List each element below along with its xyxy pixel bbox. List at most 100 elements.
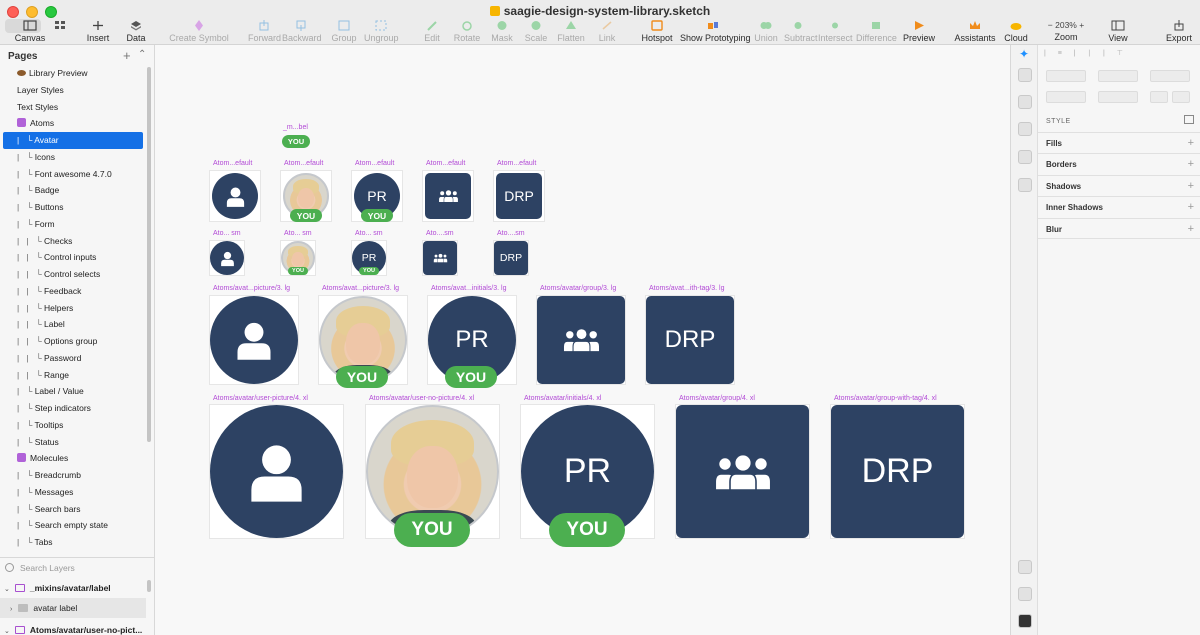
artboard[interactable] [210,241,244,275]
zoom-in-icon[interactable]: + [1079,20,1084,30]
layer-order-icon[interactable] [1018,122,1032,136]
page-item[interactable]: | └ Buttons [0,199,146,216]
artboard-label[interactable]: Atoms/avatar/initials/4. xl [524,395,601,402]
add-layer-icon[interactable] [1018,68,1032,82]
y-field[interactable] [1098,70,1138,82]
artboard-label[interactable]: Ato... sm [284,230,312,237]
layer-row[interactable]: ⌄ _mixins/avatar/label [0,578,146,598]
add-inner-shadow-icon[interactable]: + [1188,197,1194,218]
artboard[interactable]: DRP [831,405,964,538]
artboard-label[interactable]: Atom...efault [284,160,323,167]
disclosure-open-icon[interactable]: ⌄ [4,586,10,593]
zoom-control[interactable]: − 203% + Zoom [1040,20,1092,44]
artboard-label[interactable]: Atoms/avatar/user-no-picture/4. xl [369,395,474,402]
group-button[interactable]: Group [330,20,358,44]
page-item[interactable]: | | └ Control inputs [0,249,146,266]
backward-button[interactable]: Backward [282,20,322,44]
artboard[interactable]: YOU [281,171,331,222]
scale-button[interactable]: Scale [522,20,550,44]
ungroup-button[interactable]: Ungroup [364,20,399,44]
borders-section[interactable]: Borders + [1038,153,1200,174]
layer-row[interactable]: › avatar label [0,598,146,618]
artboard[interactable] [676,405,809,538]
export-button[interactable]: Export [1164,20,1194,44]
canvas-button[interactable]: Canvas [10,20,50,44]
add-blur-icon[interactable]: + [1188,219,1194,240]
artboard-label[interactable]: Atoms/avat...initials/3. lg [431,285,506,292]
page-item[interactable]: | | └ Helpers [0,300,146,317]
artboard-label[interactable]: Atoms/avat...picture/3. lg [213,285,290,292]
artboard[interactable]: DRP [494,241,528,275]
artboard-label[interactable]: Atoms/avatar/group/4. xl [679,395,755,402]
width-field[interactable] [1046,91,1086,103]
artboard[interactable] [423,241,457,275]
intersect-button[interactable]: Intersect [818,20,853,44]
artboard[interactable] [537,296,625,384]
globe-icon[interactable] [1018,614,1032,628]
inner-shadows-section[interactable]: Inner Shadows + [1038,196,1200,217]
artboard-label[interactable]: Atoms/avatar/group-with-tag/4. xl [834,395,937,402]
design-canvas[interactable]: _m...bel YOU Atom...efault Atom...efault YOU… [155,45,1010,635]
page-item[interactable]: | └ Badge [0,182,146,199]
page-item[interactable]: | | └ Feedback [0,283,146,300]
zoom-out-icon[interactable]: − [1048,20,1053,30]
page-item[interactable]: Text Styles [0,99,146,116]
page-item[interactable]: | └ Breadcrumb [0,467,146,484]
forward-button[interactable]: Forward [248,20,281,44]
artboard-label[interactable]: Ato....sm [426,230,454,237]
layer-row[interactable]: ⌄ Atoms/avatar/user-no-pict... [0,620,146,635]
artboard-label[interactable]: Ato... sm [213,230,241,237]
artboard[interactable] [210,405,343,538]
add-shadow-icon[interactable]: + [1188,176,1194,197]
artboard[interactable] [210,171,260,221]
flip-button[interactable] [1172,91,1190,103]
disclosure-open-icon[interactable]: ⌄ [4,628,10,635]
page-item[interactable]: Atoms [0,115,146,132]
artboard-label[interactable]: Atom...efault [213,160,252,167]
add-fill-icon[interactable]: + [1188,133,1194,154]
snap-icon[interactable]: ✦ [1019,47,1029,61]
page-item[interactable]: | | └ Control selects [0,266,146,283]
artboard-label[interactable]: Atom...efault [497,160,536,167]
page-item[interactable]: | └ Tooltips [0,417,146,434]
layers-scrollbar[interactable] [147,580,151,592]
edit-button[interactable]: Edit [418,20,446,44]
mask-button[interactable]: Mask [488,20,516,44]
artboard-label[interactable]: Atoms/avat...picture/3. lg [322,285,399,292]
union-button[interactable]: Union [752,20,780,44]
rotation-field[interactable] [1150,70,1190,82]
page-item[interactable]: | | └ Checks [0,233,146,250]
page-item[interactable]: | | └ Range [0,367,146,384]
move-down-icon[interactable] [1018,150,1032,164]
artboard[interactable]: YOU [366,405,499,547]
page-item[interactable]: | └ Tabs [0,534,146,551]
add-page-icon[interactable]: + [123,48,131,63]
artboard[interactable]: DRP [646,296,734,384]
page-item[interactable]: | └ Status [0,434,146,451]
sparkle-icon[interactable] [1018,560,1032,574]
difference-button[interactable]: Difference [856,20,897,44]
page-item[interactable]: | └ Label / Value [0,383,146,400]
view-button[interactable]: View [1104,20,1132,44]
alignment-icons[interactable]: | ≡ | ∣ | ⊤ [1044,49,1194,59]
insert-button[interactable]: Insert [84,20,112,44]
page-item[interactable]: Molecules [0,450,146,467]
artboard[interactable] [423,171,473,221]
artboard[interactable]: PR YOU [521,405,654,547]
page-item[interactable]: | └ Form [0,216,146,233]
move-up-icon[interactable] [1018,178,1032,192]
artboard-label[interactable]: Ato....sm [497,230,525,237]
rotate-button[interactable]: Rotate [452,20,482,44]
page-item[interactable]: Library Preview [0,65,146,82]
artboard-label[interactable]: Atom...efault [426,160,465,167]
artboard-label[interactable]: Atoms/avatar/user-picture/4. xl [213,395,308,402]
shadows-section[interactable]: Shadows + [1038,175,1200,196]
link-button[interactable]: Link [594,20,620,44]
page-item[interactable]: | └ Font awesome 4.7.0 [0,166,146,183]
styles-icon[interactable] [1184,115,1194,124]
artboard-label[interactable]: Ato... sm [355,230,383,237]
lock-ratio-button[interactable] [1150,91,1168,103]
page-item[interactable]: | └ Search empty state [0,517,146,534]
height-field[interactable] [1098,91,1138,103]
data-button[interactable]: Data [122,20,150,44]
